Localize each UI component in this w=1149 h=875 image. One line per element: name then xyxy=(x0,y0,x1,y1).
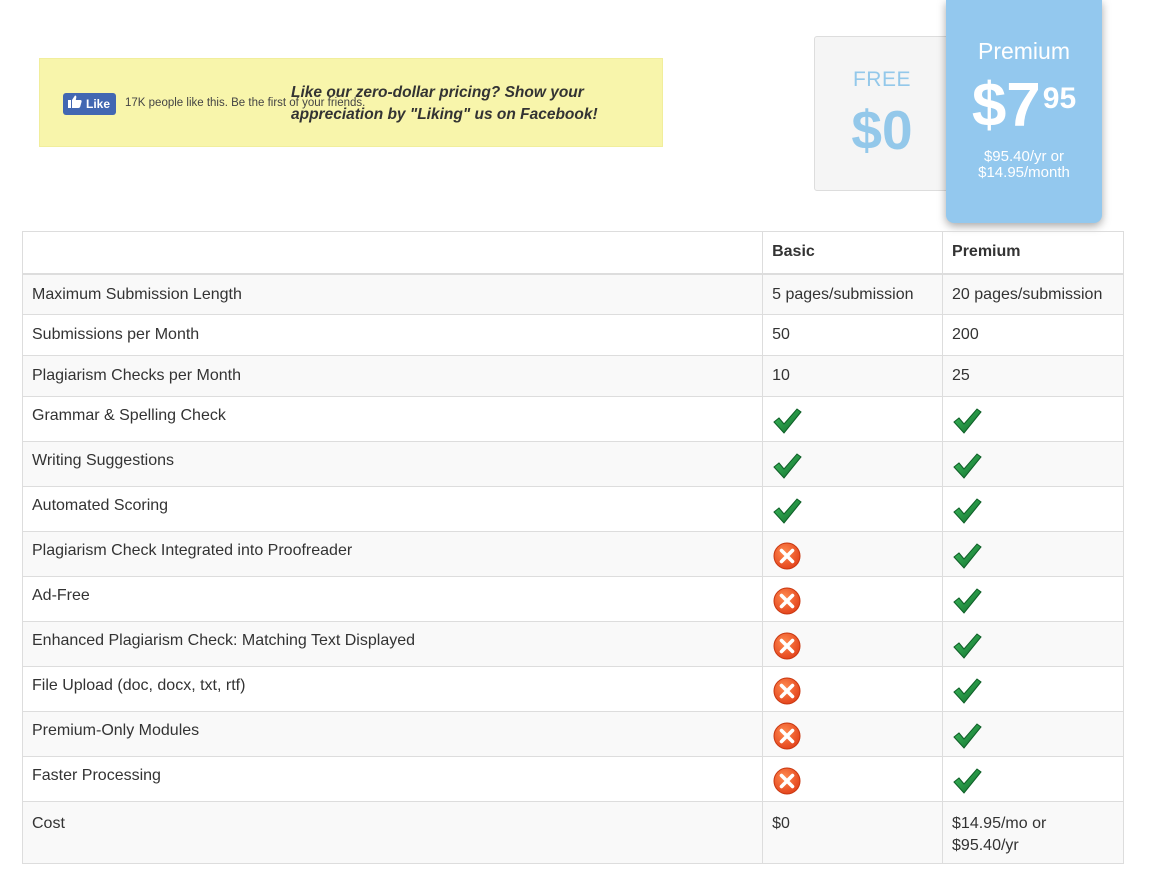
free-plan-price: $0 xyxy=(851,99,913,161)
cross-icon xyxy=(772,722,802,750)
premium-value xyxy=(942,621,1124,667)
feature-label: Plagiarism Check Integrated into Proofre… xyxy=(21,531,764,577)
check-icon xyxy=(952,722,982,750)
premium-price-dollars: $7 xyxy=(971,71,1041,140)
feature-label: Grammar & Spelling Check xyxy=(21,396,764,442)
feature-label: Ad-Free xyxy=(21,576,764,622)
check-icon xyxy=(772,497,802,525)
facebook-like-label: Like xyxy=(86,97,111,111)
table-row: Premium-Only Modules xyxy=(21,711,1124,757)
check-icon xyxy=(952,677,982,705)
check-icon xyxy=(772,452,802,480)
basic-value xyxy=(762,531,944,577)
check-icon xyxy=(952,497,982,525)
feature-label: Premium-Only Modules xyxy=(21,711,764,757)
basic-value xyxy=(762,486,944,532)
table-row-cost: Cost $0 $14.95/mo or $95.40/yr xyxy=(21,801,1124,864)
cross-icon xyxy=(772,542,802,570)
premium-value xyxy=(942,486,1124,532)
cross-icon xyxy=(772,587,802,615)
basic-value xyxy=(762,396,944,442)
thumbs-up-icon xyxy=(68,93,86,115)
table-header-row: Basic Premium xyxy=(21,231,1124,275)
basic-value: $0 xyxy=(762,801,944,864)
basic-value xyxy=(762,711,944,757)
check-icon xyxy=(952,632,982,660)
facebook-like-button[interactable]: Like xyxy=(63,93,117,115)
premium-alt-pricing: $95.40/yr or $14.95/month xyxy=(978,148,1070,181)
table-row: Faster Processing xyxy=(21,756,1124,802)
feature-label: Automated Scoring xyxy=(21,486,764,532)
premium-value: 25 xyxy=(942,355,1124,397)
premium-plan-card[interactable]: Premium $7 95 $95.40/yr or $14.95/month xyxy=(946,0,1102,223)
facebook-like-banner: Like 17K people like this. Be the first … xyxy=(39,58,663,147)
premium-value: 200 xyxy=(942,314,1124,356)
premium-value xyxy=(942,666,1124,712)
premium-cost-monthly: $14.95/mo or xyxy=(952,815,1047,832)
cross-icon xyxy=(772,767,802,795)
feature-label: Faster Processing xyxy=(21,756,764,802)
table-row: Ad-Free xyxy=(21,576,1124,622)
table-row: Plagiarism Checks per Month 10 25 xyxy=(21,355,1124,397)
feature-label: Maximum Submission Length xyxy=(21,273,764,315)
basic-value xyxy=(762,441,944,487)
premium-value xyxy=(942,756,1124,802)
feature-label: File Upload (doc, docx, txt, rtf) xyxy=(21,666,764,712)
table-row: File Upload (doc, docx, txt, rtf) xyxy=(21,666,1124,712)
premium-plan-price: $7 95 xyxy=(946,75,1102,137)
table-row: Submissions per Month 50 200 xyxy=(21,314,1124,356)
cross-icon xyxy=(772,632,802,660)
premium-cost-yearly: $95.40/yr xyxy=(952,837,1019,854)
check-icon xyxy=(772,407,802,435)
premium-value: 20 pages/submission xyxy=(942,273,1124,315)
check-icon xyxy=(952,407,982,435)
premium-value xyxy=(942,531,1124,577)
premium-value xyxy=(942,441,1124,487)
table-row: Grammar & Spelling Check xyxy=(21,396,1124,442)
header-basic: Basic xyxy=(762,231,944,275)
table-row: Writing Suggestions xyxy=(21,441,1124,487)
free-plan-name: FREE xyxy=(852,68,911,91)
basic-value: 10 xyxy=(762,355,944,397)
check-icon xyxy=(952,452,982,480)
feature-label: Plagiarism Checks per Month xyxy=(21,355,764,397)
header-premium: Premium xyxy=(942,231,1124,275)
premium-plan-name: Premium xyxy=(977,38,1070,64)
feature-comparison-table: Basic Premium Maximum Submission Length … xyxy=(21,231,1124,864)
feature-label: Cost xyxy=(21,801,764,864)
feature-label: Submissions per Month xyxy=(21,314,764,356)
check-icon xyxy=(952,542,982,570)
feature-label: Writing Suggestions xyxy=(21,441,764,487)
cross-icon xyxy=(772,677,802,705)
table-row: Maximum Submission Length 5 pages/submis… xyxy=(21,273,1124,315)
table-row: Enhanced Plagiarism Check: Matching Text… xyxy=(21,621,1124,667)
premium-value xyxy=(942,711,1124,757)
basic-value xyxy=(762,621,944,667)
premium-price-cents: 95 xyxy=(1042,82,1077,115)
table-row: Plagiarism Check Integrated into Proofre… xyxy=(21,531,1124,577)
basic-value xyxy=(762,666,944,712)
premium-value xyxy=(942,576,1124,622)
feature-label: Enhanced Plagiarism Check: Matching Text… xyxy=(21,621,764,667)
basic-value xyxy=(762,756,944,802)
facebook-like-message: Like our zero-dollar pricing? Show your … xyxy=(291,84,598,123)
check-icon xyxy=(952,767,982,795)
free-plan-card: FREE $0 xyxy=(814,36,950,191)
premium-value: $14.95/mo or $95.40/yr xyxy=(942,801,1124,864)
basic-value xyxy=(762,576,944,622)
header-feature xyxy=(21,231,764,275)
basic-value: 50 xyxy=(762,314,944,356)
basic-value: 5 pages/submission xyxy=(762,273,944,315)
premium-value xyxy=(942,396,1124,442)
check-icon xyxy=(952,587,982,615)
table-row: Automated Scoring xyxy=(21,486,1124,532)
